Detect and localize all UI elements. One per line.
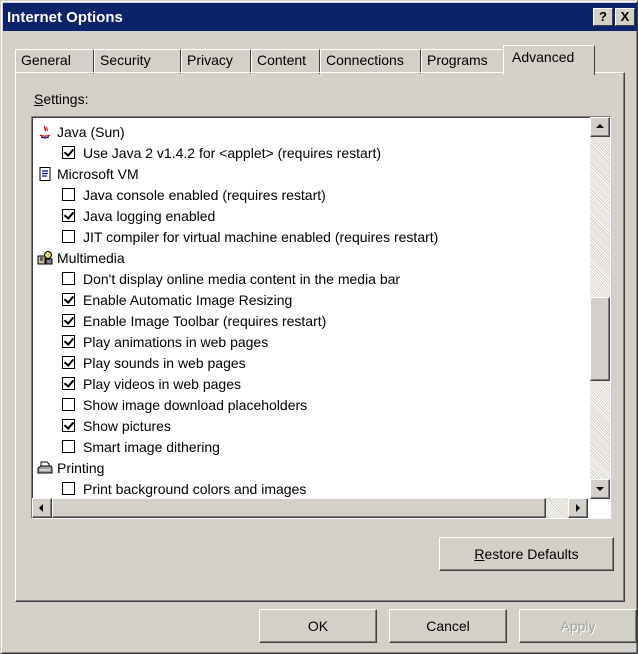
tab-security[interactable]: Security — [94, 49, 181, 74]
option-label: Play sounds in web pages — [83, 354, 246, 371]
checkbox[interactable] — [62, 230, 75, 243]
settings-option[interactable]: Play sounds in web pages — [35, 352, 583, 373]
printer-icon — [37, 460, 53, 476]
checkbox[interactable] — [62, 398, 75, 411]
option-label: Use Java 2 v1.4.2 for <applet> (requires… — [83, 144, 382, 161]
settings-option[interactable]: Print background colors and images — [35, 478, 583, 499]
settings-option[interactable]: Play videos in web pages — [35, 373, 583, 394]
checkbox[interactable] — [62, 272, 75, 285]
checkbox[interactable] — [62, 335, 75, 348]
internet-options-dialog: Internet Options ? X General Security Pr… — [0, 0, 638, 654]
settings-option[interactable]: Show pictures — [35, 415, 583, 436]
tab-connections[interactable]: Connections — [320, 49, 421, 74]
arrow-right-icon — [576, 504, 580, 512]
vertical-scroll-thumb[interactable] — [590, 297, 610, 381]
checkbox[interactable] — [62, 293, 75, 306]
checkbox[interactable] — [62, 440, 75, 453]
category-label: Microsoft VM — [57, 165, 139, 182]
option-label: Show image download placeholders — [83, 396, 308, 413]
settings-tree: Java (Sun) Use Java 2 v1.4.2 for <applet>… — [35, 121, 583, 499]
ok-button[interactable]: OK — [259, 609, 377, 643]
settings-option[interactable]: Enable Automatic Image Resizing — [35, 289, 583, 310]
checkbox[interactable] — [62, 209, 75, 222]
scroll-right-button[interactable] — [568, 498, 588, 518]
option-label: JIT compiler for virtual machine enabled… — [83, 228, 439, 245]
category-label: Multimedia — [57, 249, 125, 266]
settings-category[interactable]: Multimedia — [35, 247, 583, 268]
checkbox[interactable] — [62, 482, 75, 495]
checkbox[interactable] — [62, 146, 75, 159]
settings-category[interactable]: Printing — [35, 457, 583, 478]
scroll-up-button[interactable] — [590, 117, 610, 137]
title-bar[interactable]: Internet Options ? X — [3, 3, 637, 31]
settings-option[interactable]: Use Java 2 v1.4.2 for <applet> (requires… — [35, 142, 583, 163]
option-label: Java console enabled (requires restart) — [83, 186, 326, 203]
tab-programs[interactable]: Programs — [421, 49, 505, 74]
settings-option[interactable]: Show image download placeholders — [35, 394, 583, 415]
vertical-scrollbar[interactable] — [590, 117, 610, 499]
scroll-down-button[interactable] — [590, 479, 610, 499]
tab-content[interactable]: Content — [251, 49, 320, 74]
settings-option[interactable]: Don't display online media content in th… — [35, 268, 583, 289]
option-label: Print background colors and images — [83, 480, 307, 497]
close-button[interactable]: X — [615, 8, 635, 26]
cancel-button[interactable]: Cancel — [389, 609, 507, 643]
apply-button[interactable]: Apply — [519, 609, 637, 643]
settings-option[interactable]: Enable Image Toolbar (requires restart) — [35, 310, 583, 331]
option-label: Java logging enabled — [83, 207, 216, 224]
checkbox[interactable] — [62, 377, 75, 390]
multimedia-icon — [37, 250, 53, 266]
checkbox[interactable] — [62, 356, 75, 369]
settings-label: Settings: — [34, 91, 89, 107]
checkbox[interactable] — [62, 314, 75, 327]
checkbox[interactable] — [62, 188, 75, 201]
window-title: Internet Options — [7, 8, 123, 26]
settings-option[interactable]: Play animations in web pages — [35, 331, 583, 352]
arrow-down-icon — [596, 487, 604, 491]
horizontal-scrollbar[interactable] — [32, 498, 588, 518]
option-label: Smart image dithering — [83, 438, 220, 455]
option-label: Play animations in web pages — [83, 333, 269, 350]
settings-option[interactable]: Java logging enabled — [35, 205, 583, 226]
tab-advanced[interactable]: Advanced — [503, 45, 595, 75]
java-icon — [37, 124, 53, 140]
help-button[interactable]: ? — [593, 8, 613, 26]
option-label: Play videos in web pages — [83, 375, 241, 392]
settings-category[interactable]: Java (Sun) — [35, 121, 583, 142]
option-label: Show pictures — [83, 417, 171, 434]
tab-general[interactable]: General — [15, 49, 94, 74]
settings-option[interactable]: JIT compiler for virtual machine enabled… — [35, 226, 583, 247]
settings-option[interactable]: Java console enabled (requires restart) — [35, 184, 583, 205]
category-label: Java (Sun) — [57, 123, 125, 140]
horizontal-scroll-thumb[interactable] — [52, 498, 546, 518]
document-icon — [37, 166, 53, 182]
scroll-left-button[interactable] — [32, 498, 52, 518]
settings-option[interactable]: Smart image dithering — [35, 436, 583, 457]
category-label: Printing — [57, 459, 105, 476]
option-label: Don't display online media content in th… — [83, 270, 401, 287]
option-label: Enable Image Toolbar (requires restart) — [83, 312, 327, 329]
checkbox[interactable] — [62, 419, 75, 432]
option-label: Enable Automatic Image Resizing — [83, 291, 293, 308]
settings-category[interactable]: Microsoft VM — [35, 163, 583, 184]
arrow-up-icon — [596, 124, 604, 128]
arrow-left-icon — [39, 504, 43, 512]
settings-listbox[interactable]: Java (Sun) Use Java 2 v1.4.2 for <applet>… — [31, 116, 611, 519]
restore-defaults-button[interactable]: Restore Defaults — [439, 537, 614, 571]
tab-privacy[interactable]: Privacy — [181, 49, 251, 74]
